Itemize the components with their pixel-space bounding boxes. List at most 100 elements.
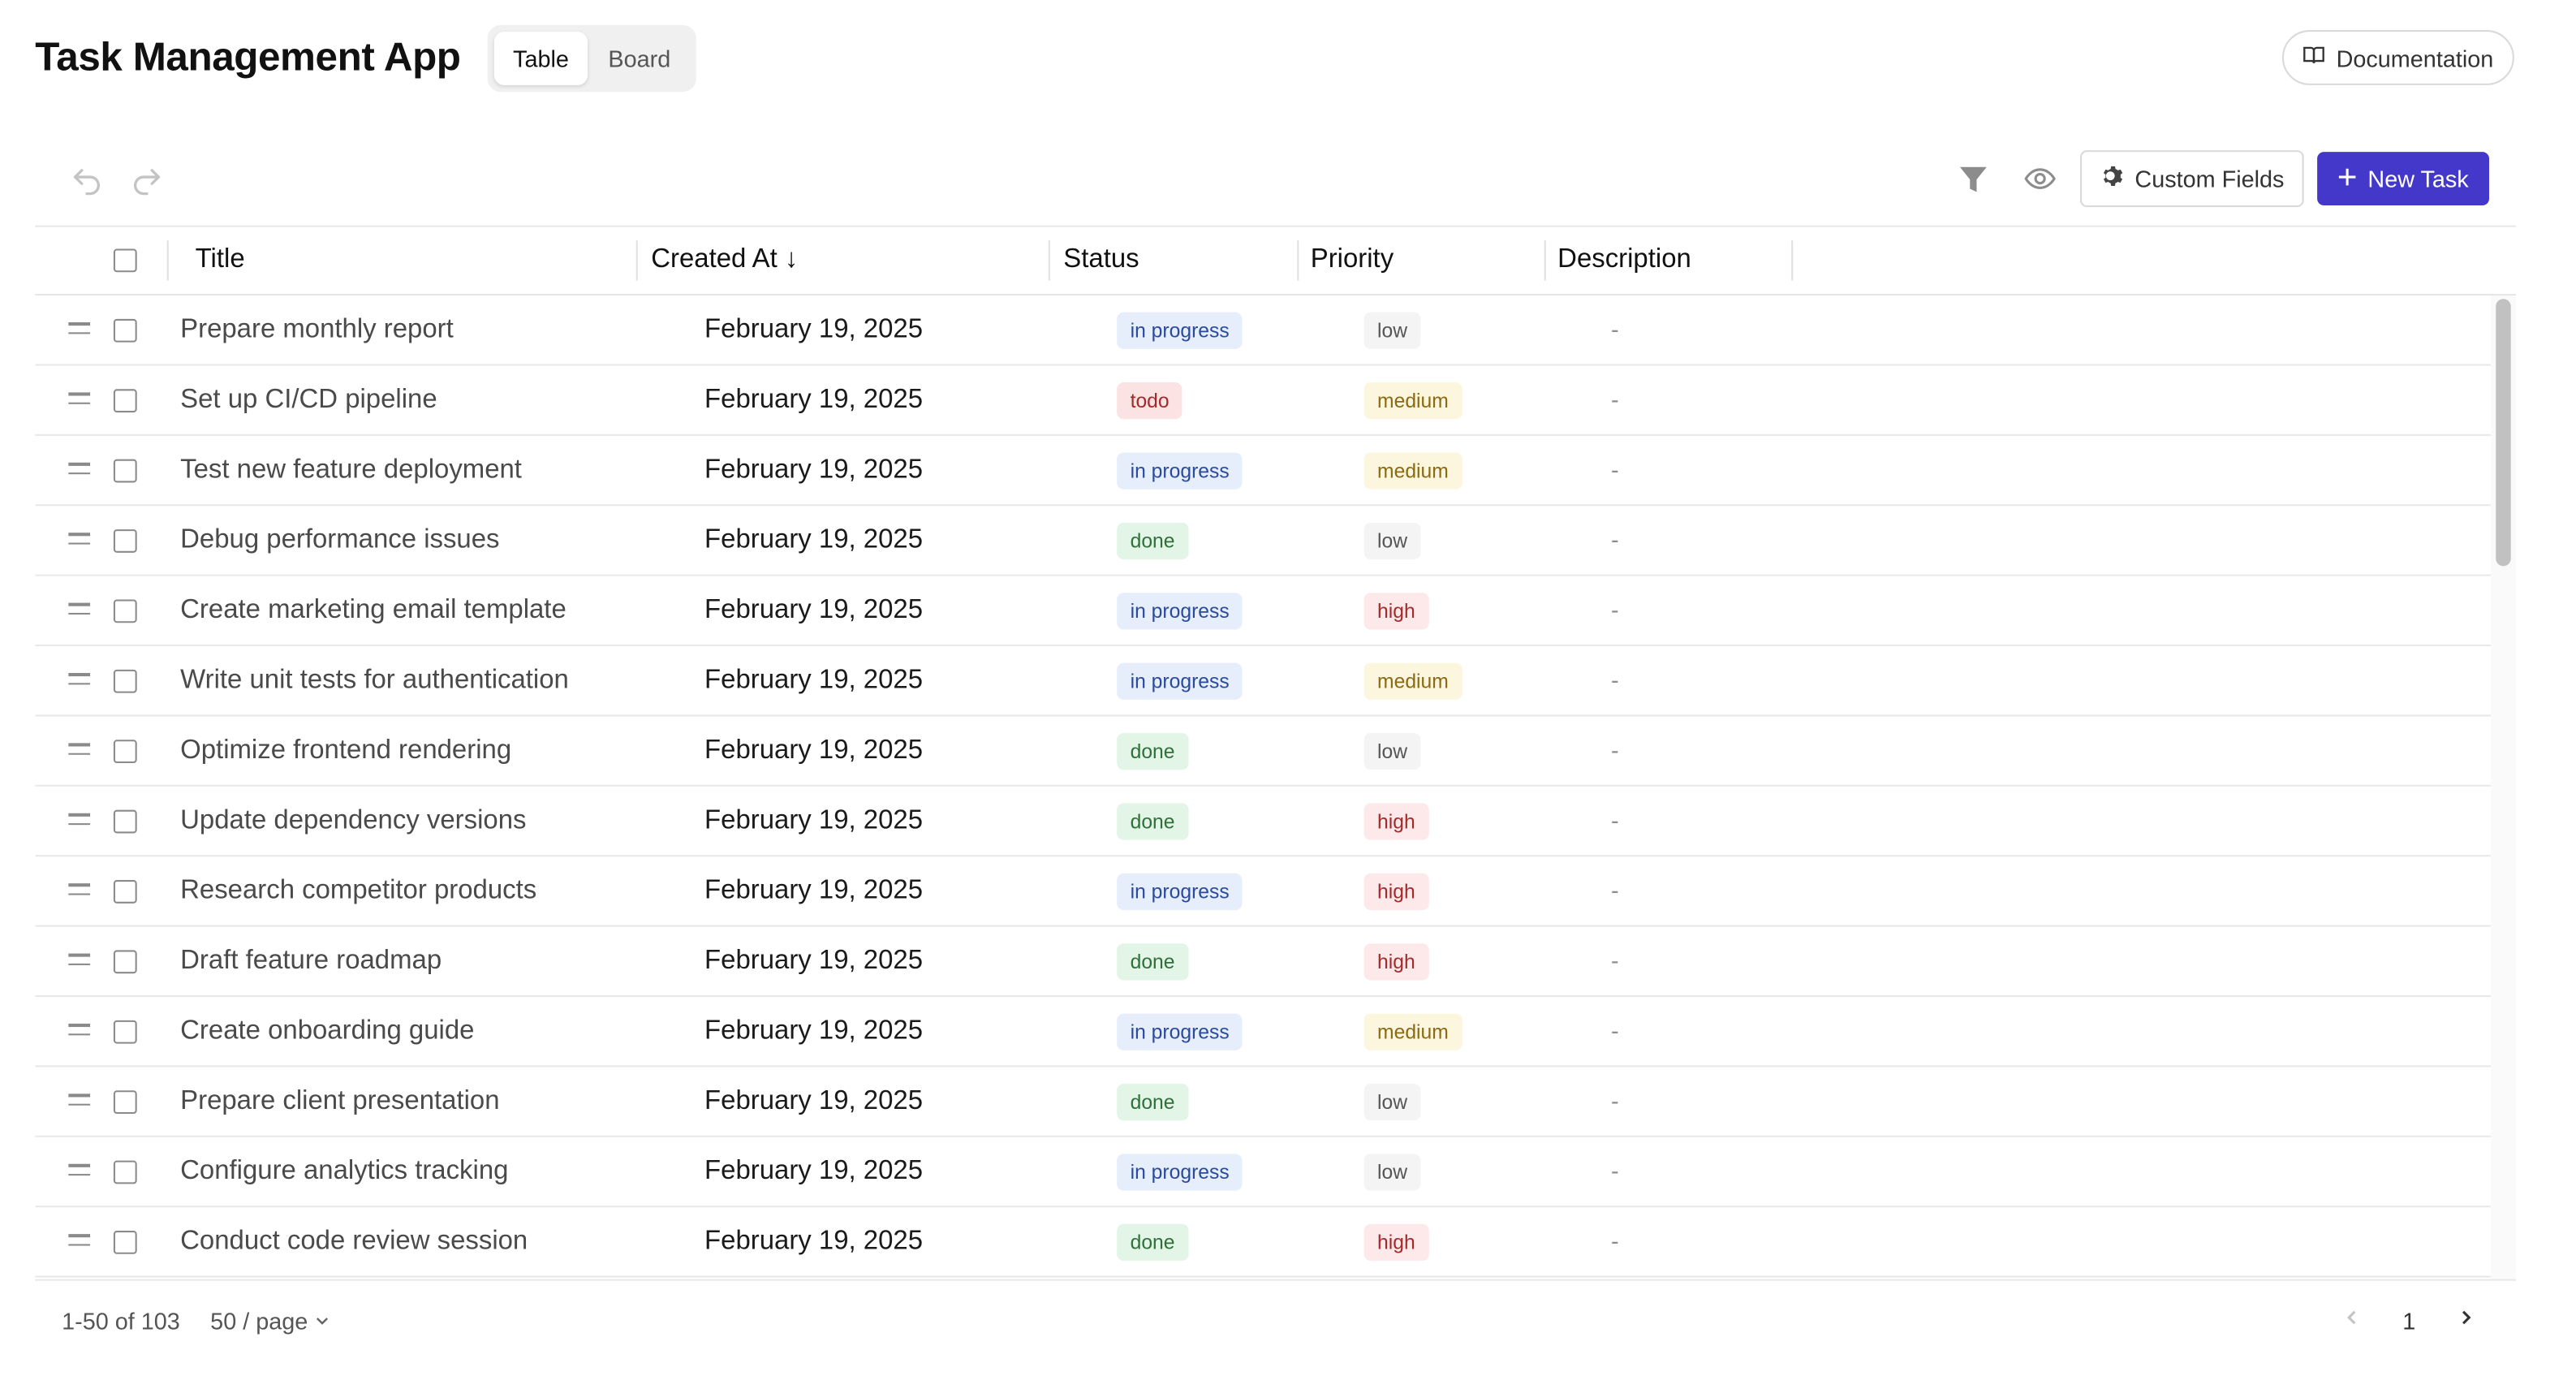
task-title[interactable]: Write unit tests for authentication [180,646,569,714]
task-title[interactable]: Optimize frontend rendering [180,716,511,784]
priority-badge[interactable]: medium [1363,452,1462,490]
task-title[interactable]: Research competitor products [180,856,536,925]
status-badge[interactable]: in progress [1117,662,1243,700]
task-description[interactable]: - [1611,365,1619,434]
task-description[interactable]: - [1611,295,1619,364]
priority-badge[interactable]: low [1363,1154,1421,1191]
table-row[interactable]: Prepare client presentation February 19, … [35,1067,2492,1137]
undo-icon[interactable] [67,158,106,198]
task-title[interactable]: Create onboarding guide [180,997,474,1065]
row-checkbox[interactable] [113,1090,137,1115]
vertical-scrollbar[interactable] [2496,299,2511,567]
task-description[interactable]: - [1611,646,1619,714]
drag-handle-icon[interactable] [68,672,91,688]
status-badge[interactable]: in progress [1117,1154,1243,1191]
table-row[interactable]: Test new feature deployment February 19, … [35,436,2492,507]
priority-badge[interactable]: high [1363,873,1429,911]
drag-handle-icon[interactable] [68,462,91,478]
task-description[interactable]: - [1611,1137,1619,1206]
task-title[interactable]: Prepare monthly report [180,295,454,364]
task-description[interactable]: - [1611,856,1619,925]
table-row[interactable]: Configure analytics tracking February 19,… [35,1137,2492,1208]
priority-badge[interactable]: high [1363,943,1429,981]
table-row[interactable]: Conduct code review session February 19, … [35,1207,2492,1278]
priority-badge[interactable]: high [1363,1223,1429,1262]
view-toggle-board[interactable]: Board [591,32,687,85]
status-badge[interactable]: todo [1117,382,1183,420]
new-task-button[interactable]: New Task [2317,152,2489,206]
drag-handle-icon[interactable] [68,322,91,338]
task-description[interactable]: - [1611,576,1619,645]
table-row[interactable]: Create onboarding guide February 19, 2025… [35,997,2492,1068]
task-description[interactable]: - [1611,787,1619,855]
task-description[interactable]: - [1611,1067,1619,1135]
drag-handle-icon[interactable] [68,883,91,899]
task-description[interactable]: - [1611,997,1619,1065]
status-badge[interactable]: in progress [1117,593,1243,630]
row-checkbox[interactable] [113,318,137,343]
column-header-title[interactable]: Title [196,227,245,294]
row-checkbox[interactable] [113,1020,137,1044]
drag-handle-icon[interactable] [68,1234,91,1249]
drag-handle-icon[interactable] [68,1163,91,1180]
priority-badge[interactable]: low [1363,733,1421,770]
custom-fields-button[interactable]: Custom Fields [2080,150,2304,208]
status-badge[interactable]: in progress [1117,873,1243,911]
table-row[interactable]: Optimize frontend rendering February 19, … [35,716,2492,787]
status-badge[interactable]: done [1117,803,1188,840]
status-badge[interactable]: in progress [1117,1013,1243,1050]
row-checkbox[interactable] [113,459,137,483]
priority-badge[interactable]: low [1363,312,1421,349]
row-checkbox[interactable] [113,529,137,553]
priority-badge[interactable]: medium [1363,382,1462,420]
drag-handle-icon[interactable] [68,392,91,408]
priority-badge[interactable]: medium [1363,662,1462,700]
page-size-select[interactable]: 50 / page [210,1305,331,1338]
column-header-created-at[interactable]: Created At ↓ [651,227,798,294]
previous-page-button[interactable] [2334,1305,2371,1338]
eye-icon[interactable] [2020,158,2060,198]
row-checkbox[interactable] [113,389,137,413]
column-header-description[interactable]: Description [1557,227,1691,294]
task-title[interactable]: Create marketing email template [180,576,566,645]
row-checkbox[interactable] [113,809,137,834]
status-badge[interactable]: done [1117,522,1188,560]
task-title[interactable]: Conduct code review session [180,1207,528,1275]
row-checkbox[interactable] [113,880,137,904]
task-description[interactable]: - [1611,716,1619,784]
drag-handle-icon[interactable] [68,1093,91,1109]
task-description[interactable]: - [1611,927,1619,995]
drag-handle-icon[interactable] [68,743,91,758]
task-title[interactable]: Configure analytics tracking [180,1137,508,1206]
documentation-button[interactable]: Documentation [2281,30,2514,85]
status-badge[interactable]: done [1117,733,1188,770]
drag-handle-icon[interactable] [68,813,91,829]
task-description[interactable]: - [1611,1207,1619,1275]
row-checkbox[interactable] [113,740,137,764]
task-title[interactable]: Draft feature roadmap [180,927,442,995]
task-title[interactable]: Prepare client presentation [180,1067,499,1135]
task-title[interactable]: Debug performance issues [180,506,499,574]
task-title[interactable]: Set up CI/CD pipeline [180,365,437,434]
row-checkbox[interactable] [113,1231,137,1254]
redo-icon[interactable] [127,158,166,198]
task-description[interactable]: - [1611,506,1619,574]
next-page-button[interactable] [2448,1305,2484,1338]
task-title[interactable]: Test new feature deployment [180,436,522,504]
row-checkbox[interactable] [113,950,137,974]
table-row[interactable]: Create marketing email template February … [35,576,2492,647]
drag-handle-icon[interactable] [68,533,91,548]
table-row[interactable]: Set up CI/CD pipeline February 19, 2025 to… [35,365,2492,436]
row-checkbox[interactable] [113,1160,137,1184]
table-row[interactable]: Update dependency versions February 19, 2… [35,787,2492,857]
priority-badge[interactable]: high [1363,803,1429,840]
task-description[interactable]: - [1611,436,1619,504]
current-page-number[interactable]: 1 [2393,1305,2426,1338]
table-row[interactable]: Prepare monthly report February 19, 2025 i… [35,295,2492,366]
drag-handle-icon[interactable] [68,602,91,619]
table-row[interactable]: Write unit tests for authentication Febru… [35,646,2492,717]
row-checkbox[interactable] [113,669,137,693]
column-header-priority[interactable]: Priority [1311,227,1394,294]
drag-handle-icon[interactable] [68,1023,91,1039]
select-all-checkbox[interactable] [113,248,137,273]
